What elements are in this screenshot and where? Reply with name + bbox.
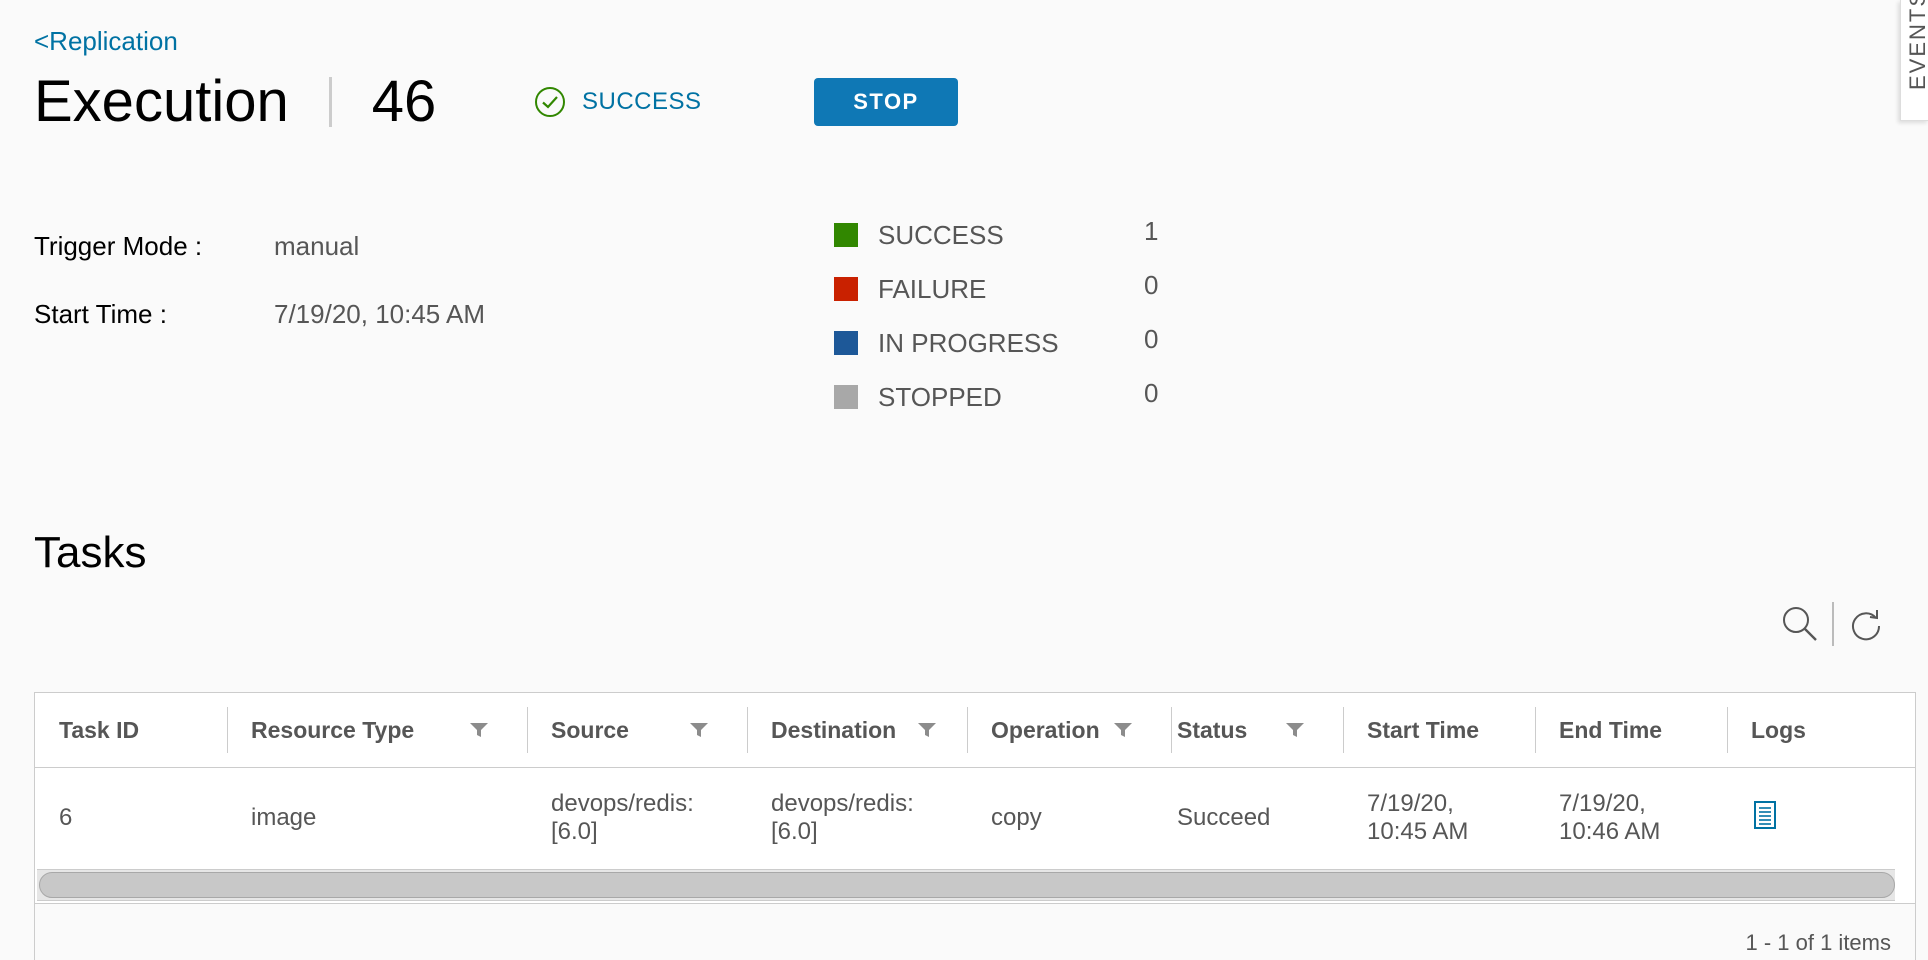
column-status[interactable]: Status <box>1171 693 1343 767</box>
tasks-datagrid: Task ID Resource Type Source Destination… <box>34 692 1916 960</box>
stopped-swatch <box>834 385 858 409</box>
cell-destination-line: [6.0] <box>771 818 818 845</box>
column-label: Logs <box>1751 716 1806 743</box>
stop-button[interactable]: STOP <box>814 78 958 126</box>
scrollbar-thumb[interactable] <box>39 872 1895 898</box>
failure-swatch <box>834 277 858 301</box>
events-tab-label: EVENTS <box>1905 0 1928 90</box>
summary-in-progress: IN PROGRESS 0 <box>834 316 1158 370</box>
filter-icon[interactable] <box>469 721 489 739</box>
summary-count: 0 <box>1144 377 1159 408</box>
column-logs[interactable]: Logs <box>1727 693 1913 767</box>
start-time-label: Start Time : <box>34 298 167 329</box>
summary-count: 0 <box>1144 269 1159 300</box>
summary-failure: FAILURE 0 <box>834 262 1158 316</box>
filter-icon[interactable] <box>917 721 937 739</box>
execution-id: 46 <box>371 69 437 134</box>
in-progress-swatch <box>834 331 858 355</box>
trigger-mode-row: Trigger Mode : manual <box>34 212 485 280</box>
cell-start-line: 7/19/20, <box>1367 790 1454 817</box>
trigger-mode-label: Trigger Mode : <box>34 230 203 261</box>
cell-source: devops/redis: [6.0] <box>527 790 747 846</box>
cell-end-line: 7/19/20, <box>1559 790 1646 817</box>
column-start-time[interactable]: Start Time <box>1343 693 1535 767</box>
cell-destination: devops/redis: [6.0] <box>747 790 967 846</box>
title-divider <box>328 77 332 127</box>
execution-status: SUCCESS <box>534 86 702 118</box>
start-time-row: Start Time : 7/19/20, 10:45 AM <box>34 280 485 348</box>
cell-end-time: 7/19/20, 10:46 AM <box>1535 790 1727 846</box>
datagrid-footer: 1 - 1 of 1 items <box>35 903 1915 960</box>
summary-count: 1 <box>1144 215 1159 246</box>
column-destination[interactable]: Destination <box>747 693 967 767</box>
grid-toolbar <box>1780 600 1884 648</box>
column-label: End Time <box>1559 716 1663 743</box>
datagrid-header: Task ID Resource Type Source Destination… <box>35 693 1915 768</box>
column-label: Resource Type <box>251 716 415 743</box>
column-label: Task ID <box>59 716 140 743</box>
column-label: Start Time <box>1367 716 1480 743</box>
status-summary: SUCCESS 1 FAILURE 0 IN PROGRESS 0 STOPPE… <box>834 208 1158 424</box>
toolbar-divider <box>1832 602 1834 646</box>
page-title: Execution <box>34 69 289 134</box>
column-end-time[interactable]: End Time <box>1535 693 1727 767</box>
summary-success: SUCCESS 1 <box>834 208 1158 262</box>
summary-label: IN PROGRESS <box>878 327 1059 358</box>
cell-start-line: 10:45 AM <box>1367 818 1469 845</box>
cell-status: Succeed <box>1177 804 1271 831</box>
column-label: Destination <box>771 716 897 743</box>
cell-operation: copy <box>991 804 1042 831</box>
horizontal-scrollbar[interactable] <box>37 869 1895 901</box>
cell-task-id: 6 <box>59 804 73 831</box>
refresh-icon[interactable] <box>1848 606 1884 642</box>
summary-label: STOPPED <box>878 381 1002 412</box>
tasks-heading: Tasks <box>34 528 147 577</box>
cell-source-line: [6.0] <box>551 818 598 845</box>
status-label: SUCCESS <box>582 88 702 115</box>
log-document-icon[interactable] <box>1753 800 1777 830</box>
column-resource-type[interactable]: Resource Type <box>227 693 527 767</box>
column-operation[interactable]: Operation <box>967 693 1171 767</box>
column-task-id[interactable]: Task ID <box>35 693 227 767</box>
column-source[interactable]: Source <box>527 693 747 767</box>
filter-icon[interactable] <box>689 721 709 739</box>
cell-source-line: devops/redis: <box>551 790 694 817</box>
cell-end-line: 10:46 AM <box>1559 818 1661 845</box>
cell-logs <box>1727 800 1913 837</box>
back-to-replication-link[interactable]: <Replication <box>34 26 178 57</box>
search-icon[interactable] <box>1780 604 1820 644</box>
filter-icon[interactable] <box>1113 721 1133 739</box>
events-side-tab[interactable]: EVENTS <box>1900 0 1928 121</box>
cell-destination-line: devops/redis: <box>771 790 914 817</box>
cell-resource-type: image <box>251 804 317 831</box>
filter-icon[interactable] <box>1285 721 1305 739</box>
column-label: Source <box>551 716 629 743</box>
pagination-summary: 1 - 1 of 1 items <box>1745 930 1891 955</box>
cell-start-time: 7/19/20, 10:45 AM <box>1343 790 1535 846</box>
summary-label: FAILURE <box>878 273 987 304</box>
column-label: Status <box>1177 716 1248 743</box>
page: <Replication Execution 46 SUCCESS STOP E… <box>0 0 1928 960</box>
summary-count: 0 <box>1144 323 1159 354</box>
table-row: 6 image devops/redis: [6.0] devops/redis… <box>35 768 1915 868</box>
start-time-value: 7/19/20, 10:45 AM <box>274 298 486 329</box>
summary-label: SUCCESS <box>878 219 1004 250</box>
success-check-icon <box>535 87 565 117</box>
summary-stopped: STOPPED 0 <box>834 370 1158 424</box>
title-row: Execution 46 <box>34 62 436 142</box>
trigger-mode-value: manual <box>274 230 360 261</box>
execution-info: Trigger Mode : manual Start Time : 7/19/… <box>34 212 485 348</box>
column-label: Operation <box>991 716 1100 743</box>
success-swatch <box>834 223 858 247</box>
